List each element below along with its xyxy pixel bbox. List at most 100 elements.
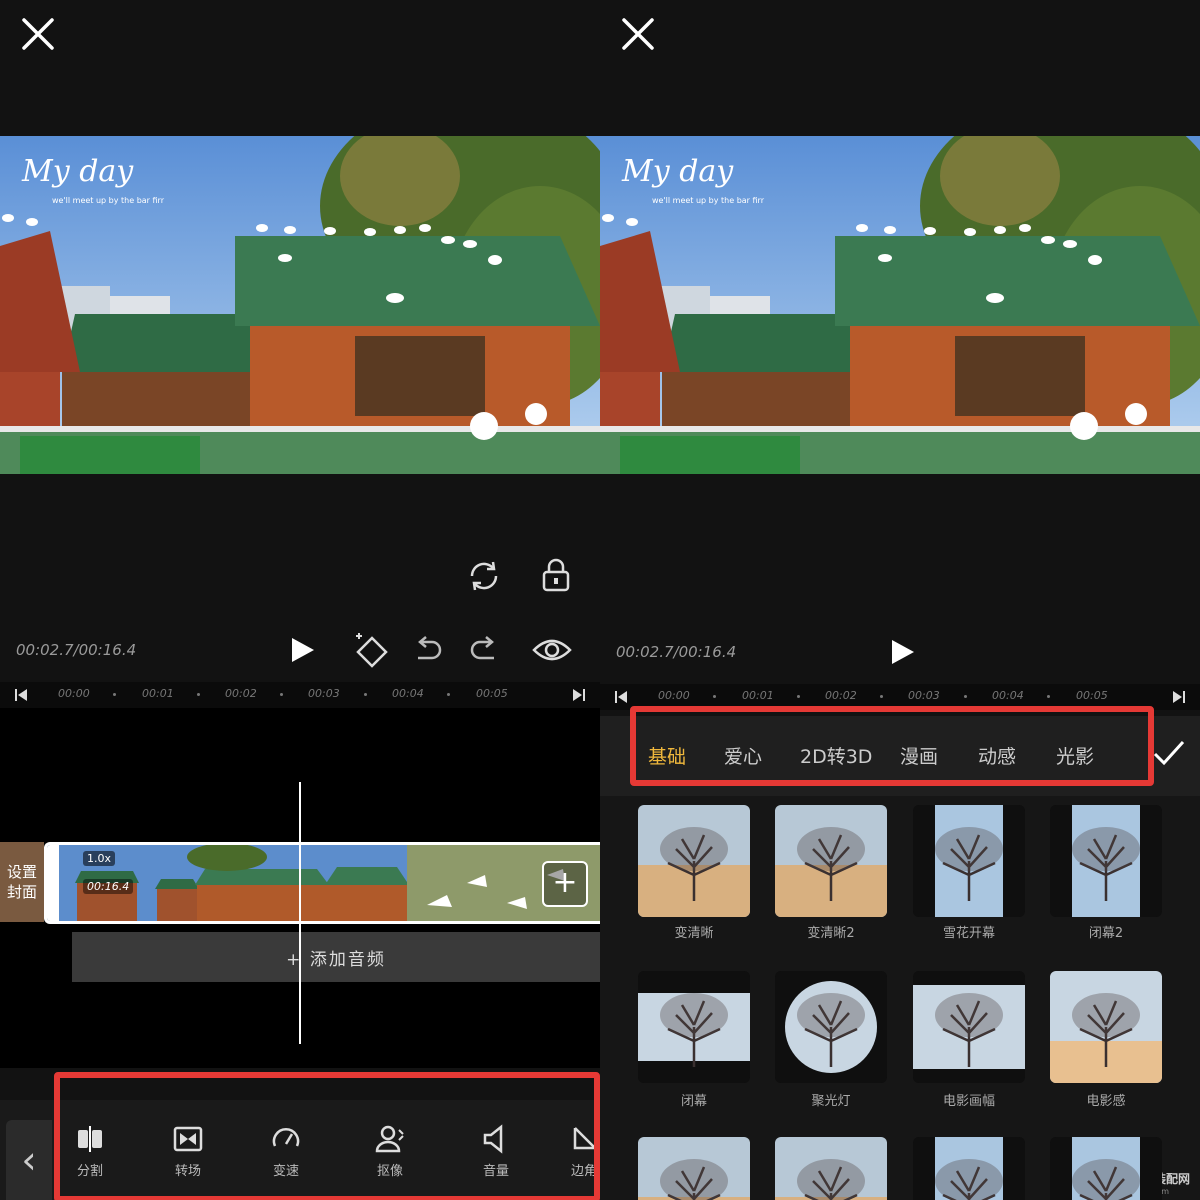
tool-volume[interactable]: 音量	[456, 1124, 536, 1196]
ruler-dot	[447, 693, 450, 696]
ruler-tick: 00:05	[476, 687, 508, 700]
ruler-tick: 00:02	[225, 687, 257, 700]
tool-label: 抠像	[376, 1164, 403, 1179]
ruler-tick: 00:01	[142, 687, 174, 700]
cover-label-line2: 封面	[6, 883, 37, 901]
toolbar-back-button[interactable]: ‹	[6, 1120, 52, 1200]
effect-label: 聚光灯	[811, 1094, 851, 1109]
corner-icon	[573, 1127, 596, 1150]
editor-panel: My day we'll meet up by the bar firr 00:…	[0, 0, 600, 1200]
overlay-subtitle: we'll meet up by the bar firr	[52, 196, 164, 205]
tab-heart[interactable]: 爱心	[724, 742, 762, 769]
effect-label: 闭幕2	[1088, 926, 1124, 941]
keyframe-icon[interactable]	[350, 630, 390, 668]
rotate-icon[interactable]	[466, 558, 502, 594]
ruler-tick: 00:01	[742, 689, 774, 702]
split-icon	[78, 1126, 102, 1152]
ruler-dot	[880, 695, 883, 698]
tool-split[interactable]: 分割	[50, 1124, 130, 1196]
video-preview: My day we'll meet up by the bar firr	[0, 136, 600, 474]
clip-duration: 00:16.4	[83, 879, 134, 894]
set-cover-button[interactable]: 设置 封面	[0, 842, 44, 922]
tool-speed[interactable]: 变速	[246, 1124, 326, 1196]
ruler-tick: 00:04	[992, 689, 1024, 702]
close-icon[interactable]	[618, 14, 658, 54]
ruler-tick: 00:00	[58, 687, 90, 700]
ruler-dot	[964, 695, 967, 698]
effect-thumbnail[interactable]	[1050, 805, 1162, 917]
transition-panel: My day we'll meet up by the bar firr 00:…	[600, 0, 1200, 1200]
effect-label: 电影感	[1086, 1094, 1126, 1109]
transition-category-tabs: 基础 爱心 2D转3D 漫画 动感 光影	[600, 716, 1200, 796]
effect-thumbnail[interactable]	[1050, 1137, 1162, 1200]
effect-thumbnail[interactable]	[638, 805, 750, 917]
ruler-dot	[113, 693, 116, 696]
tab-dynamic[interactable]: 动感	[978, 742, 1016, 769]
tab-light-shadow[interactable]: 光影	[1056, 742, 1094, 769]
effect-thumbnail[interactable]	[913, 1137, 1025, 1200]
timeline-ruler[interactable]: 00:00 00:01 00:02 00:03 00:04 00:05	[0, 682, 600, 708]
ruler-dot	[280, 693, 283, 696]
play-icon[interactable]	[888, 638, 916, 666]
jump-start-icon[interactable]	[14, 688, 28, 702]
effect-label: 电影画幅	[942, 1094, 995, 1109]
video-clip[interactable]: 1.0x 00:16.4 +	[44, 842, 600, 924]
tool-label: 边角	[570, 1164, 597, 1179]
transition-icon	[173, 1126, 203, 1152]
timecode: 00:02.7/00:16.4	[16, 641, 137, 659]
undo-icon[interactable]	[412, 636, 444, 664]
ruler-dot	[364, 693, 367, 696]
jump-end-icon[interactable]	[1172, 690, 1186, 704]
tool-corner[interactable]: 边角	[554, 1124, 600, 1196]
lock-icon[interactable]	[540, 558, 572, 592]
playhead[interactable]	[299, 782, 301, 1044]
ruler-dot	[713, 695, 716, 698]
add-clip-button[interactable]: +	[542, 861, 588, 907]
effect-label: 变清晰	[674, 926, 714, 941]
overlay-title: My day	[622, 154, 734, 189]
tab-comic[interactable]: 漫画	[900, 742, 938, 769]
effect-thumbnail[interactable]	[775, 805, 887, 917]
tool-transition[interactable]: 转场	[148, 1124, 228, 1196]
clip-speed-badge: 1.0x	[83, 851, 116, 866]
effect-label: 变清晰2	[807, 926, 855, 941]
close-icon[interactable]	[18, 14, 58, 54]
ruler-dot	[797, 695, 800, 698]
effect-thumbnail[interactable]	[638, 1137, 750, 1200]
preview-eye-icon[interactable]	[532, 636, 572, 664]
jump-end-icon[interactable]	[572, 688, 586, 702]
add-audio-button[interactable]: + 添加音频	[72, 932, 600, 982]
ruler-tick: 00:00	[658, 689, 690, 702]
ruler-dot	[197, 693, 200, 696]
ruler-tick: 00:04	[392, 687, 424, 700]
cutout-icon	[375, 1125, 404, 1153]
ruler-tick: 00:05	[1076, 689, 1108, 702]
tab-2d-to-3d[interactable]: 2D转3D	[800, 742, 872, 769]
effect-thumbnail[interactable]	[775, 971, 887, 1083]
ruler-tick: 00:03	[908, 689, 940, 702]
timeline-ruler[interactable]: 00:00 00:01 00:02 00:03 00:04 00:05	[600, 684, 1200, 710]
effect-thumbnail[interactable]	[913, 971, 1025, 1083]
effect-thumbnail[interactable]	[1050, 971, 1162, 1083]
timecode: 00:02.7/00:16.4	[616, 643, 737, 661]
volume-icon	[483, 1124, 503, 1154]
play-icon[interactable]	[288, 636, 316, 664]
confirm-check-icon[interactable]	[1152, 738, 1186, 768]
overlay-subtitle: we'll meet up by the bar firr	[652, 196, 764, 205]
speed-icon	[272, 1128, 300, 1147]
cover-label-line1: 设置	[6, 863, 37, 881]
effect-thumbnail[interactable]	[638, 971, 750, 1083]
tool-label: 分割	[76, 1164, 103, 1179]
ruler-dot	[1047, 695, 1050, 698]
ruler-tick: 00:02	[825, 689, 857, 702]
tool-cutout[interactable]: 抠像	[350, 1124, 430, 1196]
redo-icon[interactable]	[468, 636, 500, 664]
tool-label: 音量	[482, 1164, 509, 1179]
video-preview: My day we'll meet up by the bar firr	[600, 136, 1200, 474]
jump-start-icon[interactable]	[614, 690, 628, 704]
tool-label: 转场	[174, 1164, 201, 1179]
tab-basic[interactable]: 基础	[648, 742, 686, 769]
effect-thumbnail[interactable]	[775, 1137, 887, 1200]
overlay-title: My day	[22, 154, 134, 189]
effect-thumbnail[interactable]	[913, 805, 1025, 917]
